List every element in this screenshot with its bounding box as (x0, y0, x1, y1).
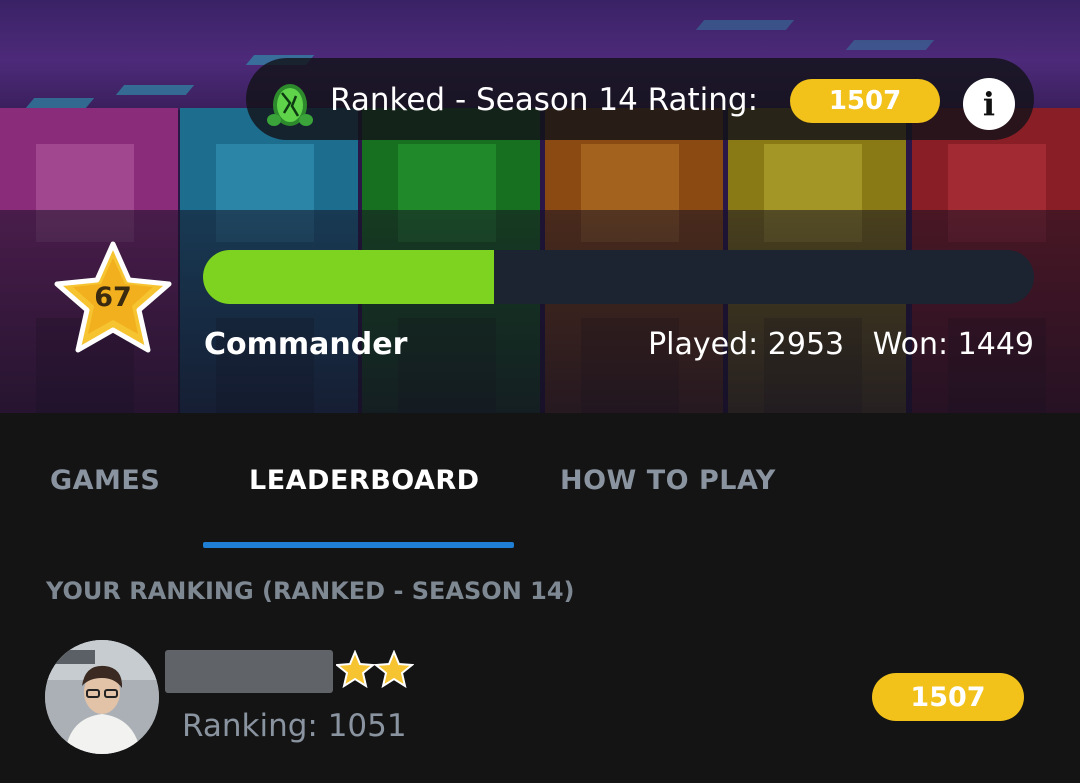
active-tab-indicator (203, 542, 514, 548)
rank-title: Commander (204, 327, 408, 362)
username-redacted (165, 650, 333, 693)
egg-icon (262, 78, 318, 128)
xp-progress-fill (203, 250, 494, 304)
tab-how-to-play[interactable]: HOW TO PLAY (560, 465, 776, 496)
info-icon: i (982, 85, 996, 123)
season-rating-label: Ranked - Season 14 Rating: (330, 82, 759, 118)
rank-stars (334, 649, 415, 690)
decor-stripe (845, 40, 935, 50)
decor-stripe (25, 98, 95, 108)
tab-leaderboard[interactable]: LEADERBOARD (249, 465, 480, 496)
decor-stripe (695, 20, 795, 30)
ranking-position: Ranking: 1051 (182, 708, 407, 744)
tab-games[interactable]: GAMES (50, 465, 160, 496)
decor-stripe (115, 85, 195, 95)
star-icon (334, 649, 415, 689)
won-count: Won: 1449 (872, 327, 1034, 362)
xp-progress-bar (203, 250, 1034, 304)
season-rating-badge: 1507 (790, 79, 940, 123)
info-button[interactable]: i (963, 78, 1015, 130)
level-number: 67 (94, 282, 132, 313)
played-count: Played: 2953 (648, 327, 845, 362)
my-rating-badge: 1507 (872, 673, 1024, 721)
avatar[interactable] (45, 640, 159, 754)
player-stats: Played: 2953 Won: 1449 (648, 327, 1034, 362)
your-ranking-heading: YOUR RANKING (RANKED - SEASON 14) (46, 577, 575, 605)
